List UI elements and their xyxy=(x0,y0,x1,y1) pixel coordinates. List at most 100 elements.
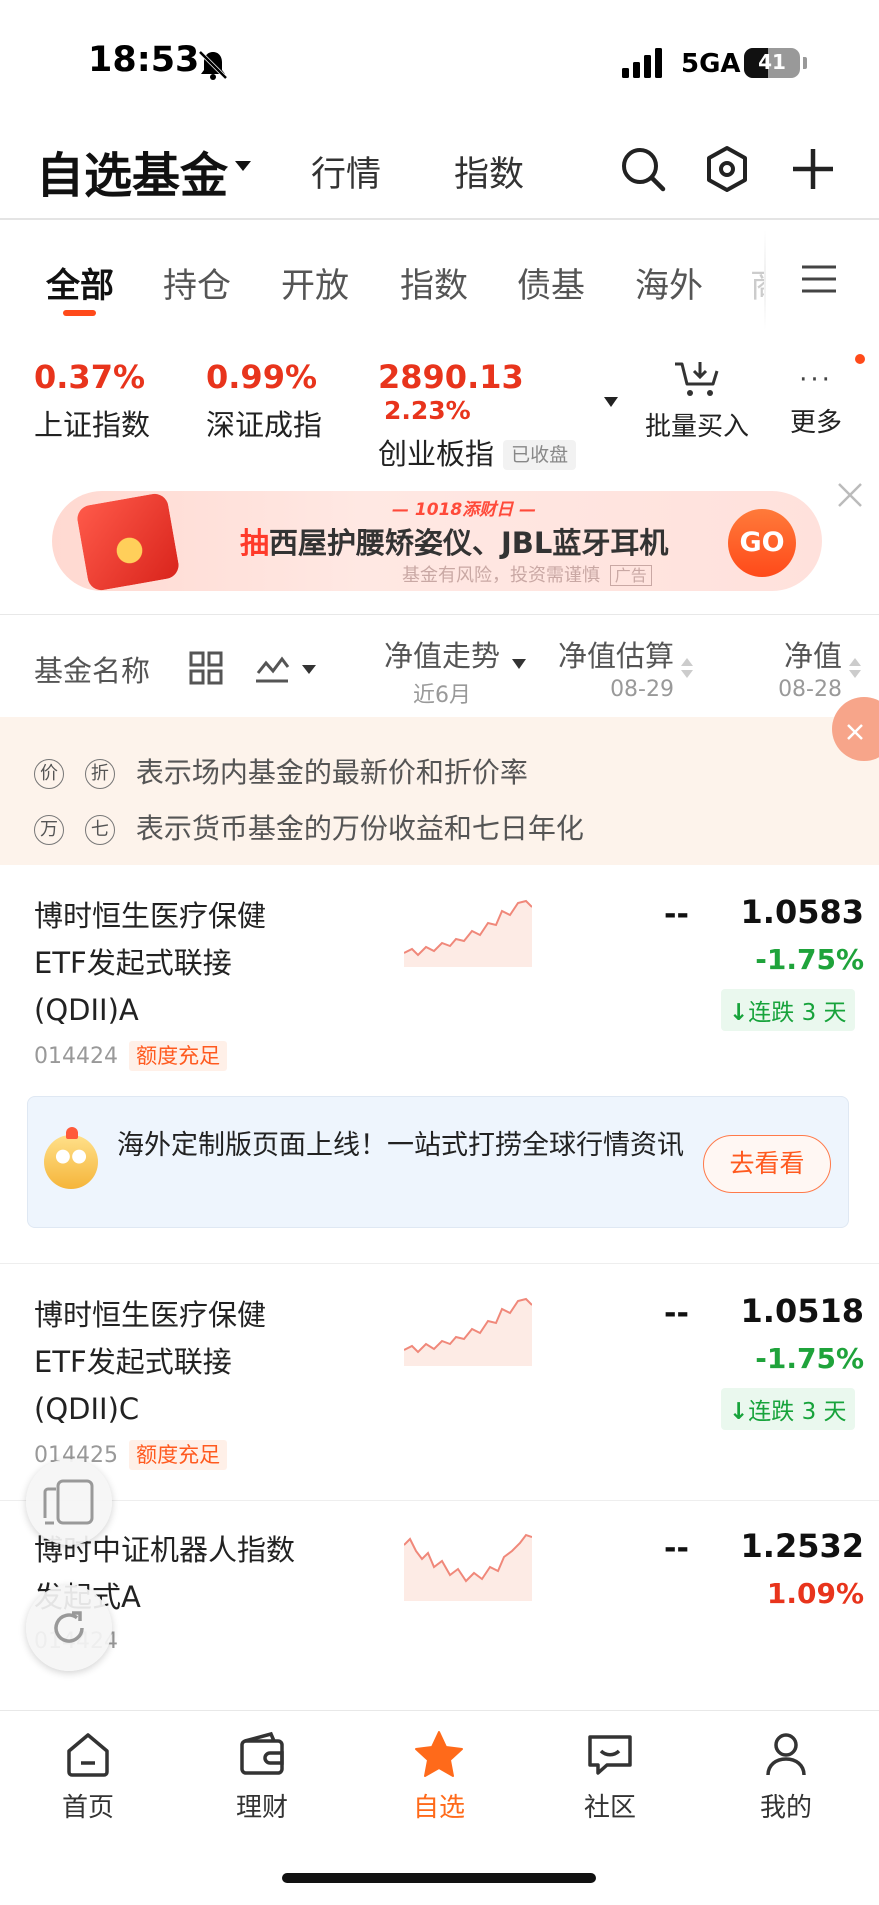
notice-panel: 价 折 表示场内基金的最新价和折价率 万 七 表示货币基金的万份收益和七日年化 xyxy=(0,697,879,865)
index-cyb[interactable]: 2890.13 2.23% 创业板指 已收盘 xyxy=(378,358,618,473)
notification-dot xyxy=(855,354,865,364)
tab-open[interactable]: 开放 xyxy=(281,258,349,307)
tab-holdings[interactable]: 持仓 xyxy=(163,258,231,307)
battery-icon: 41 xyxy=(744,48,800,78)
column-nav[interactable]: 净值 08-28 xyxy=(760,633,842,702)
status-time: 18:53 xyxy=(88,40,200,80)
notice-line-2: 万 七 表示货币基金的万份收益和七日年化 xyxy=(34,807,584,847)
tab-all[interactable]: 全部 xyxy=(46,258,114,307)
index-sh[interactable]: 0.37% 上证指数 xyxy=(34,358,150,444)
battery-level: 41 xyxy=(758,50,786,74)
fund-change: -1.75% xyxy=(755,943,864,976)
more-label: 更多 xyxy=(789,408,842,438)
banner-text: 抽西屋护腰矫姿仪、JBL蓝牙耳机 xyxy=(240,526,669,560)
star-icon xyxy=(413,1729,465,1779)
promo-text: 海外定制版页面上线！一站式打捞全球行情资讯 xyxy=(117,1130,684,1161)
floating-refresh-button[interactable] xyxy=(26,1585,112,1671)
fund-sparkline xyxy=(404,899,532,967)
settings-icon[interactable] xyxy=(704,145,750,193)
promo-banner[interactable]: — 1018添财日 — 抽西屋护腰矫姿仪、JBL蓝牙耳机 基金有风险，投资需谨慎… xyxy=(52,491,822,591)
down-arrow-icon: ↓ xyxy=(729,1000,749,1026)
refresh-icon xyxy=(48,1607,90,1649)
more-button[interactable]: ··· 更多 xyxy=(782,360,850,439)
tab-index[interactable]: 指数 xyxy=(454,146,524,197)
nav-community[interactable]: 社区 xyxy=(562,1729,658,1824)
floating-window-button[interactable] xyxy=(26,1459,112,1545)
search-icon[interactable] xyxy=(620,146,666,192)
wallet-icon xyxy=(237,1729,287,1779)
fund-row[interactable]: 博时恒生医疗保健 ETF发起式联接 (QDII)C 014425 额度充足 --… xyxy=(0,1264,879,1500)
fund-meta: 014424 额度充足 xyxy=(34,1040,228,1071)
notice-line-1: 价 折 表示场内基金的最新价和折价率 xyxy=(34,751,528,791)
tab-market[interactable]: 行情 xyxy=(311,146,381,197)
overseas-promo-card[interactable]: 海外定制版页面上线！一站式打捞全球行情资讯 去看看 xyxy=(27,1096,849,1228)
fund-nav: 1.0518 xyxy=(740,1292,864,1330)
nav-finance[interactable]: 理财 xyxy=(214,1729,310,1824)
fund-estimate: -- xyxy=(664,1296,689,1331)
grid-view-icon[interactable] xyxy=(189,651,223,685)
more-dots-icon: ··· xyxy=(799,365,833,395)
page-title[interactable]: 自选基金 xyxy=(36,136,228,206)
nav-profile[interactable]: 我的 xyxy=(738,1729,834,1824)
tab-indexfunds[interactable]: 指数 xyxy=(400,258,468,307)
sort-icon[interactable] xyxy=(848,657,862,679)
quota-badge: 额度充足 xyxy=(129,1440,228,1470)
banner-disclaimer: 基金有风险，投资需谨慎 广告 xyxy=(402,561,652,587)
network-label: 5GA xyxy=(681,49,741,79)
fund-sparkline xyxy=(404,1533,532,1601)
user-icon xyxy=(761,1729,811,1779)
streak-badge: ↓连跌 3 天 xyxy=(721,1388,855,1430)
batch-buy-button[interactable]: 批量买入 xyxy=(639,360,755,443)
nav-home[interactable]: 首页 xyxy=(40,1729,136,1824)
app-screen: { "status_bar":{"time":"18:53","network"… xyxy=(0,0,879,1905)
tag-circle: 价 xyxy=(34,759,64,789)
go-see-button[interactable]: 去看看 xyxy=(703,1135,831,1193)
tag-circle: 折 xyxy=(84,759,115,789)
home-icon xyxy=(63,1729,113,1779)
streak-badge: ↓连跌 3 天 xyxy=(721,989,855,1031)
fund-row[interactable]: 博时恒生医疗保健 ETF发起式联接 (QDII)A 014424 额度充足 --… xyxy=(0,865,879,1085)
fund-name: 博时恒生医疗保健 ETF发起式联接 (QDII)A xyxy=(34,899,267,1027)
fund-change: -1.75% xyxy=(755,1342,864,1375)
fund-sparkline xyxy=(404,1297,532,1366)
column-nav-trend[interactable]: 净值走势 近6月 xyxy=(384,633,500,709)
index-name: 深证成指 xyxy=(206,408,323,442)
column-nav-estimate[interactable]: 净值估算 08-29 xyxy=(550,633,674,702)
signal-icon xyxy=(622,48,666,78)
banner-go-button[interactable]: GO xyxy=(728,509,796,577)
tab-active-indicator xyxy=(63,310,96,316)
home-indicator xyxy=(282,1873,596,1883)
red-envelope-image xyxy=(75,491,181,591)
tab-commodity[interactable]: 商 xyxy=(750,258,764,302)
fund-change: 1.09% xyxy=(766,1577,864,1610)
bottom-nav: 首页 理财 自选 社区 我的 xyxy=(0,1710,879,1905)
column-fund-name: 基金名称 xyxy=(34,654,151,688)
close-icon xyxy=(846,723,864,741)
add-icon[interactable] xyxy=(790,146,836,192)
batch-buy-icon xyxy=(673,360,721,400)
chart-view-icon[interactable] xyxy=(256,651,318,685)
trend-dropdown-icon[interactable] xyxy=(511,658,527,670)
window-icon xyxy=(42,1479,96,1525)
sort-icon[interactable] xyxy=(680,657,694,679)
index-sz[interactable]: 0.99% 深证成指 xyxy=(206,358,322,444)
tag-circle: 万 xyxy=(34,815,64,845)
tab-overseas[interactable]: 海外 xyxy=(635,258,703,307)
close-banner-icon[interactable] xyxy=(836,481,864,509)
tab-bond[interactable]: 债基 xyxy=(517,258,585,307)
top-header: 自选基金 行情 指数 xyxy=(0,120,879,218)
nav-watchlist[interactable]: 自选 xyxy=(391,1729,487,1824)
index-change: 0.99% xyxy=(206,358,318,396)
status-bar: 18:53 5GA 41 xyxy=(0,0,879,110)
event-logo: — 1018添财日 — xyxy=(392,500,537,520)
dropdown-arrow-icon[interactable] xyxy=(234,160,252,172)
index-change: 2.23% xyxy=(384,396,471,425)
fund-row[interactable]: 博时中证机器人指数 发起式A 014424 -- 1.2532 1.09% xyxy=(0,1501,879,1687)
expand-arrow-icon[interactable] xyxy=(603,396,619,408)
chat-icon xyxy=(585,1729,635,1779)
index-name: 上证指数 xyxy=(34,408,151,442)
indices-row: 0.37% 上证指数 0.99% 深证成指 2890.13 2.23% 创业板指… xyxy=(0,340,879,471)
menu-icon[interactable] xyxy=(802,264,836,294)
index-value: 2890.13 xyxy=(378,358,524,396)
fund-estimate: -- xyxy=(664,1531,689,1566)
